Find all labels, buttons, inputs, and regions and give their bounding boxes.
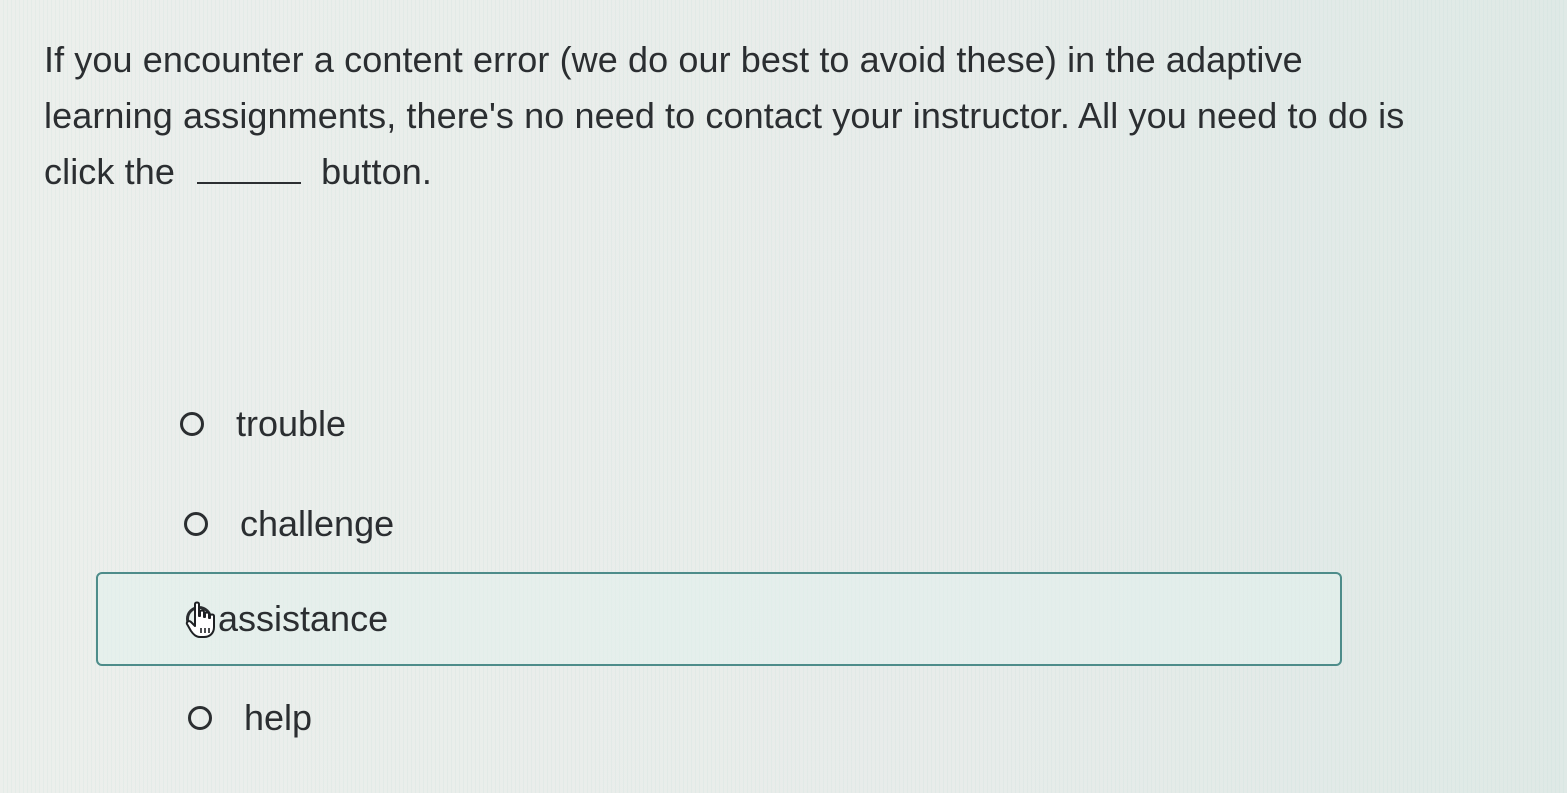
option-label: trouble [236, 403, 347, 444]
option-assistance[interactable]: assistance [96, 572, 1342, 666]
radio-button[interactable] [180, 412, 204, 436]
radio-button[interactable] [184, 512, 208, 536]
option-assistance-radio[interactable] [184, 600, 218, 640]
hand-pointer-icon [185, 601, 215, 638]
radio-button[interactable] [188, 706, 212, 730]
option-label: assistance [218, 598, 389, 639]
question-page: If you encounter a content error (we do … [0, 0, 1567, 793]
option-challenge[interactable]: challenge [184, 494, 394, 554]
answer-options: trouble challenge assistance help [0, 0, 1567, 793]
option-label: challenge [240, 503, 395, 544]
option-trouble[interactable]: trouble [180, 394, 346, 454]
option-label: help [244, 697, 313, 738]
option-help[interactable]: help [188, 688, 312, 748]
